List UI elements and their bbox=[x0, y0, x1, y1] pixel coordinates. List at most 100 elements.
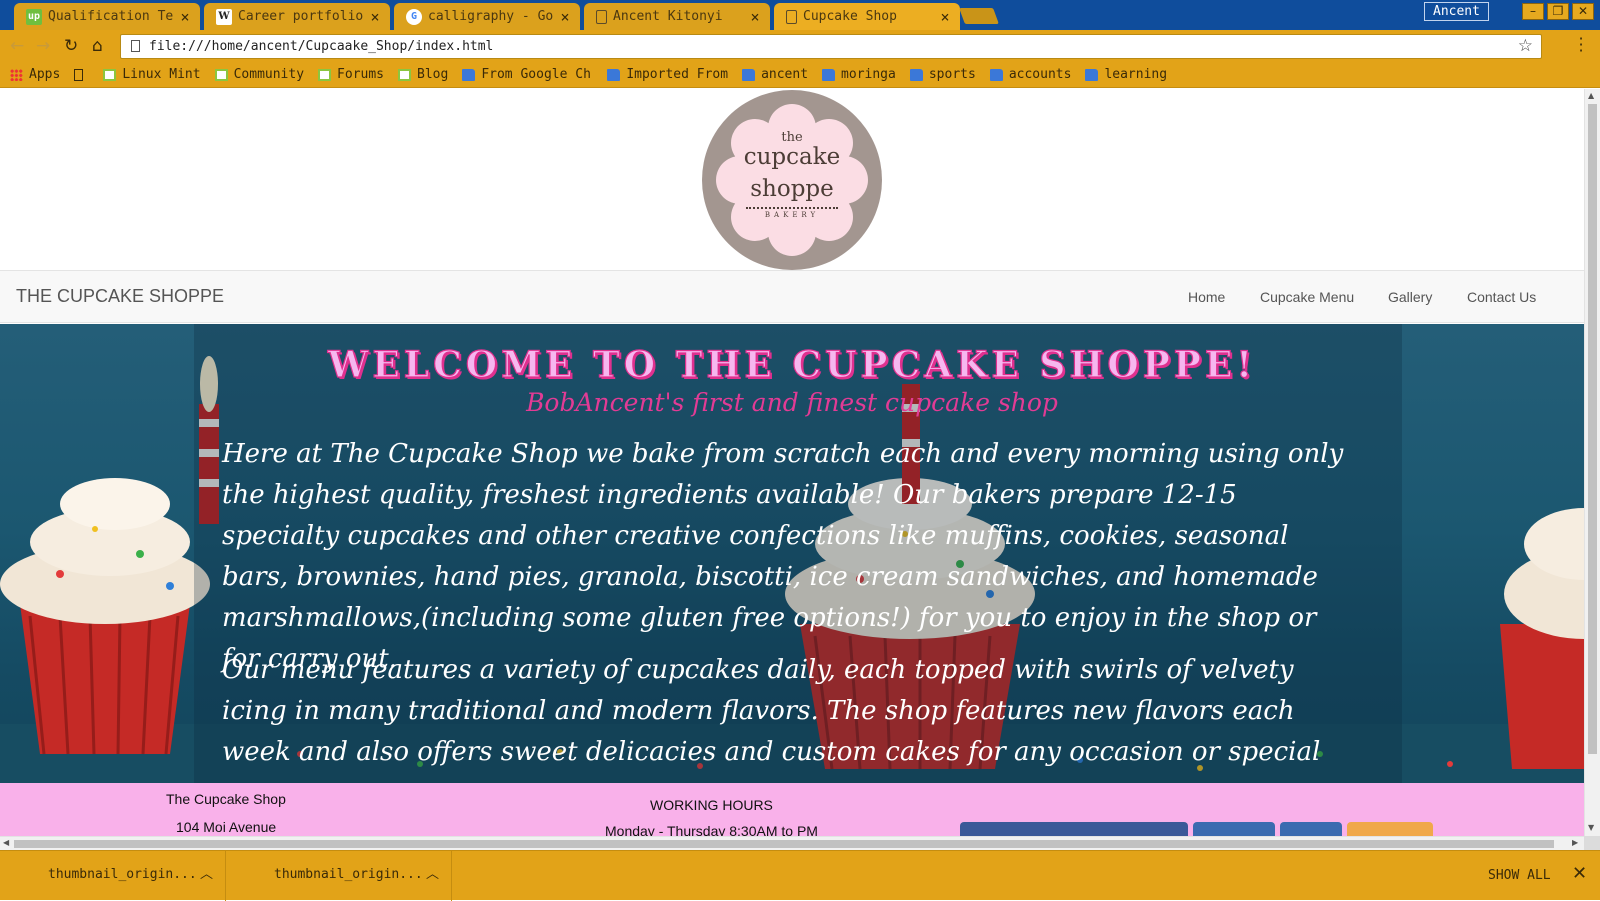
vertical-scroll-thumb[interactable] bbox=[1588, 104, 1597, 754]
bookmark-folder-moringa[interactable]: moringa bbox=[822, 67, 896, 82]
hero-section: WELCOME TO THE CUPCAKE SHOPPE! BobAncent… bbox=[0, 324, 1584, 783]
tab-strip: up Qualification Te × W Career portfolio… bbox=[0, 0, 1600, 30]
bookmark-blog[interactable]: Blog bbox=[398, 67, 448, 82]
close-icon[interactable]: × bbox=[178, 8, 192, 26]
bookmark-folder-imported[interactable]: Imported From bbox=[607, 67, 728, 82]
mint-icon bbox=[103, 68, 117, 81]
site-navbar: THE CUPCAKE SHOPPE Home Cupcake Menu Gal… bbox=[0, 270, 1584, 323]
mint-icon bbox=[318, 68, 332, 81]
folder-icon bbox=[742, 68, 756, 81]
hero-paragraph-menu: Our menu features a variety of cupcakes … bbox=[222, 655, 1321, 783]
tab-label: Career portfolio bbox=[238, 9, 364, 24]
download-filename: thumbnail_origin... bbox=[48, 867, 197, 882]
forward-icon[interactable]: → bbox=[36, 36, 50, 56]
cupcake-right bbox=[1500, 508, 1584, 769]
facebook-button[interactable] bbox=[960, 822, 1188, 836]
back-icon[interactable]: ← bbox=[10, 36, 24, 56]
chevron-up-icon[interactable]: ︿ bbox=[200, 863, 213, 882]
bookmark-label: accounts bbox=[1008, 67, 1072, 82]
page-viewport: the cupcake shoppe BAKERY THE CUPCAKE SH… bbox=[0, 89, 1584, 836]
bookmark-label: Imported From bbox=[626, 67, 729, 82]
new-tab-button[interactable] bbox=[959, 8, 999, 24]
nav-link-gallery[interactable]: Gallery bbox=[1388, 289, 1432, 305]
bookmark-folder-accounts[interactable]: accounts bbox=[989, 67, 1072, 82]
tab-label: Cupcake Shop bbox=[803, 9, 897, 24]
footer-shop-name: The Cupcake Shop bbox=[166, 791, 286, 807]
tab-career-portfolio[interactable]: W Career portfolio × bbox=[204, 3, 390, 30]
logo-bakery: BAKERY bbox=[764, 211, 820, 219]
logo-divider bbox=[746, 207, 838, 209]
horizontal-scrollbar[interactable]: ◀ ▶ bbox=[0, 836, 1584, 850]
hero-subtitle: BobAncent's first and finest cupcake sho… bbox=[526, 388, 1058, 417]
home-icon[interactable]: ⌂ bbox=[92, 36, 103, 56]
show-all-downloads-link[interactable]: SHOW ALL bbox=[1488, 868, 1551, 883]
folder-icon bbox=[822, 68, 836, 81]
scroll-corner bbox=[1584, 836, 1600, 850]
logo-cupcake: cupcake bbox=[743, 144, 841, 170]
close-icon[interactable]: ✕ bbox=[1572, 863, 1587, 884]
bookmark-label: ancent bbox=[761, 67, 809, 82]
bookmark-apps[interactable]: Apps bbox=[10, 67, 60, 82]
close-icon[interactable]: × bbox=[748, 8, 762, 26]
vertical-scrollbar[interactable]: ▲ ▼ bbox=[1584, 89, 1600, 836]
chevron-up-icon[interactable]: ︿ bbox=[426, 863, 439, 882]
bookmark-label: Community bbox=[233, 67, 305, 82]
download-item[interactable]: thumbnail_origin... ︿ bbox=[0, 851, 226, 901]
mint-icon bbox=[214, 68, 228, 81]
scroll-down-icon[interactable]: ▼ bbox=[1588, 823, 1594, 832]
nav-link-contact-us[interactable]: Contact Us bbox=[1467, 289, 1536, 305]
folder-icon bbox=[989, 68, 1003, 81]
bookmark-folder-ancent[interactable]: ancent bbox=[742, 67, 808, 82]
twitter-button[interactable] bbox=[1193, 822, 1275, 836]
bookmark-folder-sports[interactable]: sports bbox=[909, 67, 976, 82]
menu-dots-icon[interactable]: · · · bbox=[1576, 31, 1586, 59]
apps-grid-icon bbox=[10, 68, 23, 81]
tab-calligraphy[interactable]: G calligraphy - Go × bbox=[394, 3, 580, 30]
close-icon[interactable]: × bbox=[558, 8, 572, 26]
intro-text: and bbox=[1107, 562, 1174, 592]
close-icon[interactable]: × bbox=[938, 8, 952, 26]
logo-the: the bbox=[781, 130, 803, 145]
folder-icon bbox=[607, 68, 621, 81]
bookmark-label: learning bbox=[1104, 67, 1168, 82]
scroll-right-icon[interactable]: ▶ bbox=[1572, 838, 1578, 847]
bookmarks-bar: Apps Linux Mint Community Forums Blog Fr… bbox=[0, 62, 1600, 88]
bookmark-forums[interactable]: Forums bbox=[318, 67, 384, 82]
bookmark-community[interactable]: Community bbox=[214, 67, 305, 82]
nav-link-home[interactable]: Home bbox=[1188, 289, 1225, 305]
address-bar[interactable]: file:///home/ancent/Cupcaake_Shop/index.… bbox=[120, 34, 1542, 59]
intro-text: and other creative confections like bbox=[469, 521, 945, 551]
bookmark-folder-learning[interactable]: learning bbox=[1085, 67, 1167, 82]
download-item[interactable]: thumbnail_origin... ︿ bbox=[226, 851, 452, 901]
bookmark-star-icon[interactable]: ☆ bbox=[1518, 36, 1533, 56]
footer-hours-title: WORKING HOURS bbox=[650, 797, 773, 813]
nav-link-cupcake-menu[interactable]: Cupcake Menu bbox=[1260, 289, 1354, 305]
page-icon bbox=[596, 9, 607, 24]
footer-street: 104 Moi Avenue bbox=[176, 819, 277, 835]
minimize-button[interactable]: – bbox=[1522, 3, 1544, 20]
page-icon bbox=[131, 40, 140, 52]
tab-label: Ancent Kitonyi bbox=[613, 9, 723, 24]
horizontal-scroll-thumb[interactable] bbox=[14, 840, 1554, 848]
bookmark-folder-from-google[interactable]: From Google Ch bbox=[462, 67, 593, 82]
reload-icon[interactable]: ↻ bbox=[64, 36, 78, 56]
download-shelf: thumbnail_origin... ︿ thumbnail_origin..… bbox=[0, 850, 1600, 901]
scroll-left-icon[interactable]: ◀ bbox=[3, 838, 9, 847]
tab-cupcake-shop[interactable]: Cupcake Shop × bbox=[774, 3, 960, 30]
linkedin-button[interactable] bbox=[1280, 822, 1342, 836]
bookmark-linux-mint[interactable]: Linux Mint bbox=[103, 67, 201, 82]
bookmark-label: moringa bbox=[841, 67, 896, 82]
maximize-button[interactable]: ❐ bbox=[1547, 3, 1569, 20]
rss-button[interactable] bbox=[1347, 822, 1433, 836]
site-footer: The Cupcake Shop 104 Moi Avenue WORKING … bbox=[0, 783, 1584, 836]
close-icon[interactable]: × bbox=[368, 8, 382, 26]
tab-qualification[interactable]: up Qualification Te × bbox=[14, 3, 200, 30]
scroll-up-icon[interactable]: ▲ bbox=[1588, 91, 1594, 100]
bookmark-page[interactable] bbox=[74, 68, 89, 81]
navbar-brand[interactable]: THE CUPCAKE SHOPPE bbox=[16, 286, 224, 307]
bookmark-label: Apps bbox=[29, 67, 61, 82]
bookmark-label: From Google Ch bbox=[481, 67, 591, 82]
profile-button[interactable]: Ancent bbox=[1424, 2, 1489, 21]
window-close-button[interactable]: ✕ bbox=[1572, 3, 1594, 20]
tab-ancent-kitonyi[interactable]: Ancent Kitonyi × bbox=[584, 3, 770, 30]
